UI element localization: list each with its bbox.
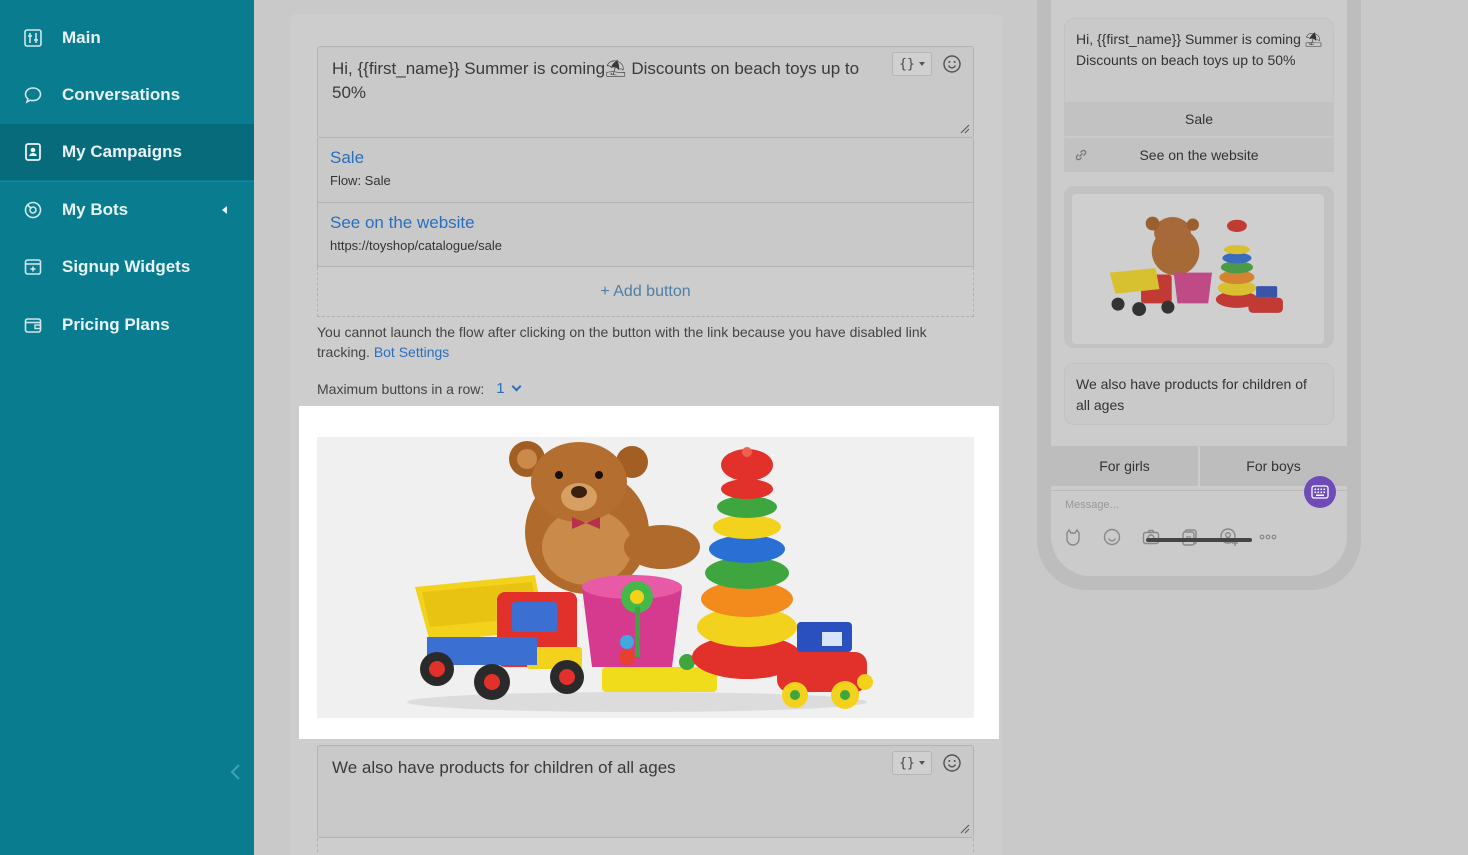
message-input[interactable]: Message... bbox=[1065, 499, 1119, 511]
sticker-icon[interactable] bbox=[1063, 527, 1083, 547]
preview-toys-image bbox=[1072, 194, 1324, 344]
braces-icon: {} bbox=[899, 755, 915, 771]
button-subtitle: Flow: Sale bbox=[330, 173, 391, 188]
toys-image bbox=[317, 437, 974, 718]
sidebar-item-label: Main bbox=[62, 28, 101, 47]
bot-settings-link[interactable]: Bot Settings bbox=[374, 344, 450, 360]
campaigns-icon bbox=[25, 143, 41, 161]
keyboard-button[interactable] bbox=[1304, 476, 1336, 508]
smile-icon[interactable] bbox=[1102, 527, 1122, 547]
image-block[interactable] bbox=[299, 406, 999, 739]
bots-icon bbox=[24, 201, 42, 219]
collapse-sidebar-icon[interactable] bbox=[226, 760, 246, 784]
main-icon bbox=[24, 29, 42, 47]
document-icon[interactable] bbox=[1180, 527, 1200, 547]
sidebar-item-label: My Campaigns bbox=[62, 142, 182, 161]
preview-website-button[interactable]: See on the website bbox=[1064, 138, 1334, 172]
resize-handle-icon[interactable] bbox=[960, 124, 970, 134]
message-button-sale[interactable]: Sale Flow: Sale bbox=[317, 138, 974, 203]
button-subtitle: https://toyshop/catalogue/sale bbox=[330, 238, 503, 253]
dropdown-caret-icon bbox=[918, 761, 925, 765]
add-button-area[interactable] bbox=[317, 838, 974, 855]
link-icon bbox=[1075, 149, 1087, 161]
sidebar-item-label: Signup Widgets bbox=[62, 257, 191, 276]
message-text: We also have products for children of al… bbox=[332, 758, 676, 777]
toys-thumbnail bbox=[1072, 215, 1324, 323]
max-buttons-select[interactable]: 1 bbox=[496, 380, 504, 397]
preview-image-bubble bbox=[1064, 186, 1334, 348]
message-text-input[interactable]: Hi, {{first_name}} Summer is coming⛱ Dis… bbox=[317, 46, 974, 138]
sidebar-item-my-campaigns[interactable]: My Campaigns bbox=[0, 124, 254, 180]
message-composer: Message... bbox=[1051, 476, 1347, 576]
truck-graphic bbox=[415, 575, 584, 700]
braces-icon: {} bbox=[899, 56, 915, 72]
message-button-website[interactable]: See on the website https://toyshop/catal… bbox=[317, 203, 974, 267]
link-tracking-notice: You cannot launch the flow after clickin… bbox=[317, 322, 977, 362]
emoji-icon[interactable] bbox=[942, 54, 962, 74]
caret-left-icon bbox=[222, 206, 227, 214]
sidebar-item-label: Conversations bbox=[62, 85, 181, 104]
button-label: See on the website bbox=[330, 213, 475, 232]
preview-website-label: See on the website bbox=[1139, 147, 1259, 163]
phone-screen: Hi, {{first_name}} Summer is coming ⛱ Di… bbox=[1051, 0, 1347, 576]
preview-message-bubble-2: We also have products for children of al… bbox=[1064, 363, 1334, 425]
home-indicator bbox=[1146, 538, 1252, 542]
preview-message-text: Hi, {{first_name}} Summer is coming ⛱ Di… bbox=[1076, 31, 1323, 68]
sidebar-item-my-bots[interactable]: My Bots bbox=[0, 182, 254, 238]
insert-variable-button[interactable]: {} bbox=[892, 751, 932, 775]
quick-reply-for-girls[interactable]: For girls bbox=[1051, 446, 1198, 486]
toys-illustration bbox=[317, 437, 974, 718]
button-label: Sale bbox=[330, 148, 365, 167]
sidebar-item-pricing-plans[interactable]: Pricing Plans bbox=[0, 297, 254, 353]
add-contact-icon[interactable] bbox=[1219, 527, 1239, 547]
keyboard-icon bbox=[1311, 485, 1329, 499]
phone-preview: Hi, {{first_name}} Summer is coming ⛱ Di… bbox=[1037, 0, 1361, 590]
preview-sale-button[interactable]: Sale bbox=[1064, 102, 1334, 136]
sidebar: Main Conversations My Campaigns My Bots … bbox=[0, 0, 254, 855]
sidebar-item-label: My Bots bbox=[62, 200, 129, 219]
wallet-icon bbox=[24, 318, 42, 333]
sidebar-item-conversations[interactable]: Conversations bbox=[0, 67, 254, 123]
sidebar-item-signup-widgets[interactable]: Signup Widgets bbox=[0, 239, 254, 295]
insert-variable-button[interactable]: {} bbox=[892, 52, 932, 76]
widgets-icon bbox=[24, 259, 42, 275]
resize-handle-icon[interactable] bbox=[960, 824, 970, 834]
more-options-icon[interactable] bbox=[1258, 527, 1278, 547]
preview-message-text: We also have products for children of al… bbox=[1076, 376, 1307, 413]
sidebar-item-label: Pricing Plans bbox=[62, 315, 170, 334]
message-text-input-2[interactable]: We also have products for children of al… bbox=[317, 745, 974, 838]
message-text: Hi, {{first_name}} Summer is coming⛱ Dis… bbox=[332, 59, 860, 102]
sidebar-item-main[interactable]: Main bbox=[0, 10, 254, 66]
emoji-icon[interactable] bbox=[942, 753, 962, 773]
max-buttons-label: Maximum buttons in a row: bbox=[317, 380, 485, 397]
camera-icon[interactable] bbox=[1141, 527, 1161, 547]
max-buttons-row: Maximum buttons in a row: 1 bbox=[317, 380, 522, 397]
chevron-down-icon[interactable] bbox=[511, 381, 522, 392]
add-button[interactable]: + Add button bbox=[317, 267, 974, 317]
chat-icon bbox=[24, 87, 42, 104]
dropdown-caret-icon bbox=[918, 62, 925, 66]
